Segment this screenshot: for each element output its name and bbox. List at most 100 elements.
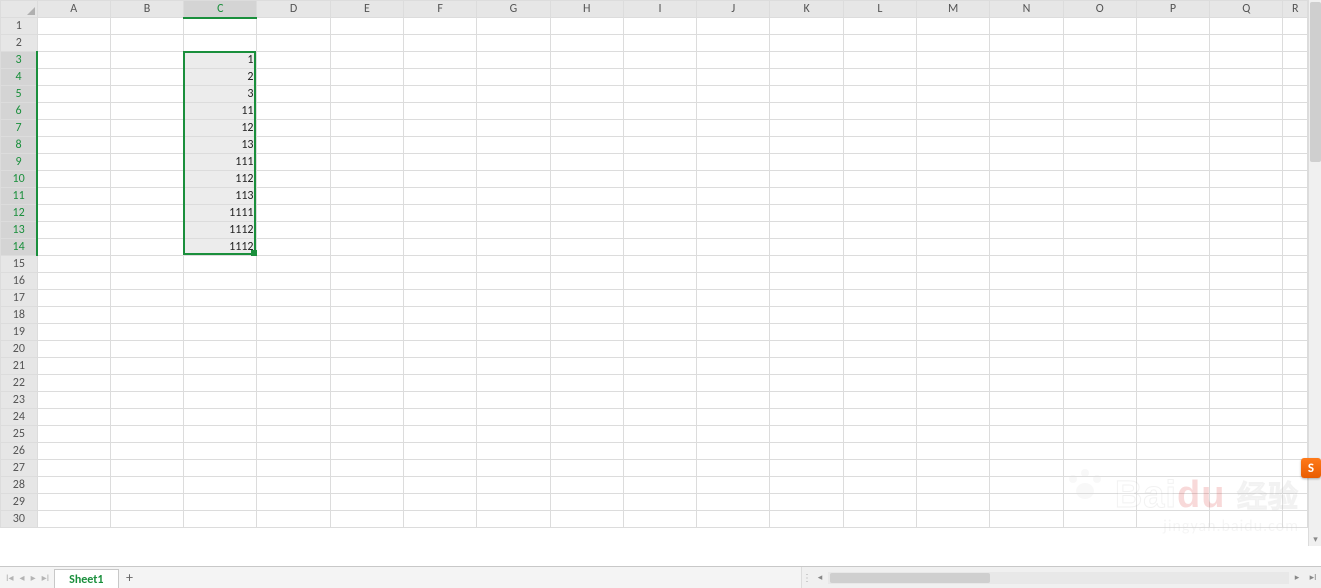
column-header-I[interactable]: I [623, 1, 696, 18]
column-header-E[interactable]: E [330, 1, 403, 18]
cell-M30[interactable] [917, 511, 990, 528]
cell-R3[interactable] [1283, 52, 1308, 69]
cell-C18[interactable] [184, 307, 257, 324]
cell-A4[interactable] [37, 69, 110, 86]
horizontal-scrollbar[interactable]: ⋮ ◂ ▸ ▸I [801, 567, 1321, 588]
cell-G11[interactable] [477, 188, 550, 205]
cell-K3[interactable] [770, 52, 843, 69]
cell-E1[interactable] [330, 18, 403, 35]
cell-K14[interactable] [770, 239, 843, 256]
cell-A2[interactable] [37, 35, 110, 52]
cell-A1[interactable] [37, 18, 110, 35]
cell-D18[interactable] [257, 307, 330, 324]
cell-E21[interactable] [330, 358, 403, 375]
cell-M13[interactable] [917, 222, 990, 239]
cell-C17[interactable] [184, 290, 257, 307]
scroll-left-arrow[interactable]: ◂ [812, 572, 828, 583]
cell-Q15[interactable] [1210, 256, 1283, 273]
cell-Q2[interactable] [1210, 35, 1283, 52]
cell-G7[interactable] [477, 120, 550, 137]
cell-G10[interactable] [477, 171, 550, 188]
row-header-17[interactable]: 17 [1, 290, 38, 307]
cell-A14[interactable] [37, 239, 110, 256]
cell-O21[interactable] [1063, 358, 1136, 375]
cell-R9[interactable] [1283, 154, 1308, 171]
cell-Q13[interactable] [1210, 222, 1283, 239]
cell-I8[interactable] [623, 137, 696, 154]
cell-A12[interactable] [37, 205, 110, 222]
cell-F7[interactable] [404, 120, 477, 137]
row-header-4[interactable]: 4 [1, 69, 38, 86]
cell-R30[interactable] [1283, 511, 1308, 528]
cell-F21[interactable] [404, 358, 477, 375]
cell-I27[interactable] [623, 460, 696, 477]
cell-C26[interactable] [184, 443, 257, 460]
cell-I1[interactable] [623, 18, 696, 35]
cell-L20[interactable] [843, 341, 916, 358]
cell-G27[interactable] [477, 460, 550, 477]
row-header-15[interactable]: 15 [1, 256, 38, 273]
cell-J5[interactable] [697, 86, 770, 103]
cell-G2[interactable] [477, 35, 550, 52]
cell-K27[interactable] [770, 460, 843, 477]
cell-E4[interactable] [330, 69, 403, 86]
cell-E28[interactable] [330, 477, 403, 494]
cell-C10[interactable]: 112 [184, 171, 257, 188]
cell-K10[interactable] [770, 171, 843, 188]
cell-E11[interactable] [330, 188, 403, 205]
column-header-Q[interactable]: Q [1210, 1, 1283, 18]
cell-R14[interactable] [1283, 239, 1308, 256]
cell-D6[interactable] [257, 103, 330, 120]
cell-H23[interactable] [550, 392, 623, 409]
cell-G25[interactable] [477, 426, 550, 443]
cell-L6[interactable] [843, 103, 916, 120]
cell-Q22[interactable] [1210, 375, 1283, 392]
cell-E18[interactable] [330, 307, 403, 324]
cell-P20[interactable] [1136, 341, 1209, 358]
cell-I11[interactable] [623, 188, 696, 205]
cell-G20[interactable] [477, 341, 550, 358]
column-header-R[interactable]: R [1283, 1, 1308, 18]
cell-N29[interactable] [990, 494, 1063, 511]
cell-K1[interactable] [770, 18, 843, 35]
cell-Q16[interactable] [1210, 273, 1283, 290]
cell-C27[interactable] [184, 460, 257, 477]
cell-D4[interactable] [257, 69, 330, 86]
cell-F26[interactable] [404, 443, 477, 460]
cell-P10[interactable] [1136, 171, 1209, 188]
cell-O20[interactable] [1063, 341, 1136, 358]
vertical-scroll-thumb[interactable] [1310, 2, 1321, 162]
cell-I25[interactable] [623, 426, 696, 443]
cell-I23[interactable] [623, 392, 696, 409]
cell-D11[interactable] [257, 188, 330, 205]
cell-K25[interactable] [770, 426, 843, 443]
cell-N12[interactable] [990, 205, 1063, 222]
cell-G29[interactable] [477, 494, 550, 511]
cell-J12[interactable] [697, 205, 770, 222]
cell-C22[interactable] [184, 375, 257, 392]
cell-G9[interactable] [477, 154, 550, 171]
cell-G14[interactable] [477, 239, 550, 256]
cell-O12[interactable] [1063, 205, 1136, 222]
cell-N15[interactable] [990, 256, 1063, 273]
cell-H8[interactable] [550, 137, 623, 154]
cell-Q1[interactable] [1210, 18, 1283, 35]
cell-A7[interactable] [37, 120, 110, 137]
cell-O8[interactable] [1063, 137, 1136, 154]
cell-K12[interactable] [770, 205, 843, 222]
cell-D3[interactable] [257, 52, 330, 69]
cell-M24[interactable] [917, 409, 990, 426]
cell-E14[interactable] [330, 239, 403, 256]
cell-O2[interactable] [1063, 35, 1136, 52]
cell-N2[interactable] [990, 35, 1063, 52]
cell-O30[interactable] [1063, 511, 1136, 528]
cell-D25[interactable] [257, 426, 330, 443]
cell-P24[interactable] [1136, 409, 1209, 426]
cell-P9[interactable] [1136, 154, 1209, 171]
cell-P8[interactable] [1136, 137, 1209, 154]
cell-N3[interactable] [990, 52, 1063, 69]
cell-Q18[interactable] [1210, 307, 1283, 324]
cell-C11[interactable]: 113 [184, 188, 257, 205]
cell-P30[interactable] [1136, 511, 1209, 528]
cell-F11[interactable] [404, 188, 477, 205]
